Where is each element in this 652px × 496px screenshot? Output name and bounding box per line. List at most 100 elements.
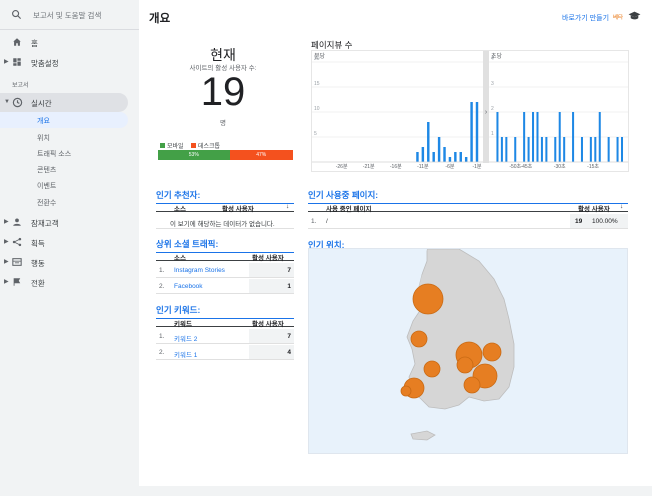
sidebar-item-acquisition[interactable]: ▶ 획득 (0, 233, 139, 251)
chevron-right-icon: ▶ (4, 219, 9, 225)
active-users-unit: 명 (220, 120, 226, 127)
source-link[interactable]: Facebook (174, 283, 203, 290)
location-bubble[interactable] (463, 376, 481, 394)
chart-bar (589, 137, 592, 162)
row-number: 1. (311, 218, 317, 225)
table-row: 1. / 19 100.00% (308, 214, 628, 229)
sidebar-item-conversions[interactable]: ▶ 전환 (0, 273, 139, 291)
sidebar-item-behavior[interactable]: ▶ 행동 (0, 253, 139, 271)
chart-bar (607, 137, 610, 162)
col-active-users[interactable]: 활성 사용자 (252, 252, 284, 262)
col-keyword[interactable]: 키워드 (174, 318, 192, 328)
sort-down-icon[interactable]: ↓ (286, 203, 289, 210)
col-page[interactable]: 사용 중인 페이지 (326, 203, 371, 213)
flag-icon (13, 278, 21, 286)
chart-bar (598, 112, 601, 162)
chart-bar (540, 137, 543, 162)
panel-label: 분당 (314, 52, 326, 60)
chart-bar (454, 152, 457, 162)
chart-bar (505, 137, 508, 162)
chart-bar (432, 152, 435, 162)
row-percent: 100.00% (592, 218, 618, 225)
sidebar-subitem-conversions[interactable]: 전환수 (37, 198, 56, 212)
chart-bar (421, 147, 425, 162)
sidebar-item-label: 잠재고객 (31, 219, 59, 228)
sidebar-item-customization[interactable]: ▶ 맞춤설정 (0, 53, 139, 71)
sidebar-item-realtime[interactable]: ▼ 실시간 (0, 93, 128, 112)
sidebar-item-home[interactable]: 홈 (0, 33, 139, 51)
sidebar: 보고서 및 도움말 검색 홈 ▶ 맞춤설정 보고서 ▼ 실시간 개요 위치 트래… (0, 0, 139, 496)
sidebar-subitem-locations[interactable]: 위치 (37, 133, 50, 147)
chart-bar (416, 152, 419, 162)
legend-mobile: 모바일 (160, 141, 184, 150)
col-source[interactable]: 소스 (174, 203, 186, 213)
chart-bar (470, 102, 473, 162)
desktop-share-bar: 47% (229, 150, 293, 160)
sidebar-item-label: 맞춤설정 (31, 59, 59, 68)
row-number: 1. (159, 267, 165, 274)
chart-bar (459, 152, 462, 162)
location-bubble[interactable] (482, 342, 502, 362)
row-value: 7 (249, 329, 294, 343)
create-shortcut-link[interactable]: 바로가기 만들기 (562, 13, 609, 23)
location-bubble[interactable] (400, 385, 412, 397)
sidebar-section-label: 보고서 (12, 83, 29, 89)
chart-bar (427, 122, 430, 162)
sidebar-item-label: 실시간 (31, 99, 52, 108)
sidebar-search[interactable]: 보고서 및 도움말 검색 (0, 0, 139, 30)
sidebar-subitem-content[interactable]: 콘텐츠 (37, 165, 56, 179)
search-icon (12, 10, 22, 20)
location-bubble[interactable] (412, 283, 444, 315)
x-tick-label: -45초 (520, 164, 532, 170)
chart-bar (514, 137, 517, 162)
table-row: 2. 키워드 1 4 (156, 345, 294, 360)
source-link[interactable]: Instagram Stories (174, 267, 225, 274)
clock-icon (12, 97, 23, 108)
x-tick-label: -16분 (390, 164, 402, 170)
table-row: 2. Facebook 1 (156, 279, 294, 294)
sidebar-subitem-traffic-sources[interactable]: 트래픽 소스 (37, 149, 71, 163)
sidebar-subitem-label: 개요 (37, 118, 50, 125)
chart-bar (558, 112, 561, 162)
sort-down-icon[interactable]: ↓ (620, 203, 623, 210)
page-link[interactable]: / (326, 218, 328, 225)
korea-map (400, 249, 515, 441)
row-value: 19 (575, 218, 583, 225)
location-map[interactable] (308, 248, 628, 454)
graduation-cap-icon[interactable] (628, 11, 641, 21)
pageviews-chart: 2015105분당-26분 -21분 -16분 -11분 -6분 -1분›4321초당-5… (311, 50, 629, 172)
col-active-users[interactable]: 활성 사용자 (252, 318, 284, 328)
x-tick-label: -30초 (554, 164, 566, 170)
sidebar-subitem-overview[interactable]: 개요 (0, 112, 128, 128)
person-icon (13, 218, 21, 226)
keyword-link[interactable]: 키워드 1 (174, 349, 197, 359)
col-active-users[interactable]: 활성 사용자 (578, 203, 610, 213)
sidebar-item-audience[interactable]: ▶ 잠재고객 (0, 213, 139, 231)
location-bubble[interactable] (423, 360, 441, 378)
chart-bar (448, 157, 452, 162)
search-placeholder: 보고서 및 도움말 검색 (33, 11, 102, 20)
row-value: 1 (249, 279, 294, 293)
y-tick-label: 2 (491, 106, 494, 112)
x-tick-label: -1분 (472, 164, 481, 170)
col-active-users[interactable]: 활성 사용자 (222, 203, 254, 213)
active-pages-table: 사용 중인 페이지 활성 사용자 ↓ 1. / 19 100.00% (308, 201, 628, 231)
y-tick-label: 3 (491, 81, 494, 87)
col-source[interactable]: 소스 (174, 252, 186, 262)
chevron-right-icon: ▶ (4, 59, 9, 65)
chart-bar (572, 112, 575, 162)
chevron-right-icon: ▶ (4, 239, 9, 245)
row-number: 2. (159, 283, 165, 290)
sidebar-subitem-events[interactable]: 이벤트 (37, 181, 56, 195)
jeju-island (410, 430, 436, 441)
sidebar-item-label: 전환 (31, 279, 45, 288)
mobile-share-bar: 53% (158, 150, 230, 160)
active-users-count: 19 (200, 70, 246, 114)
x-tick-label: -6분 (445, 164, 454, 170)
y-tick-label: 10 (314, 106, 320, 112)
keyword-link[interactable]: 키워드 2 (174, 333, 197, 343)
bottom-bar (0, 486, 652, 496)
chart-bar (496, 112, 499, 162)
location-bubble[interactable] (410, 330, 428, 348)
location-bubble[interactable] (456, 356, 474, 374)
